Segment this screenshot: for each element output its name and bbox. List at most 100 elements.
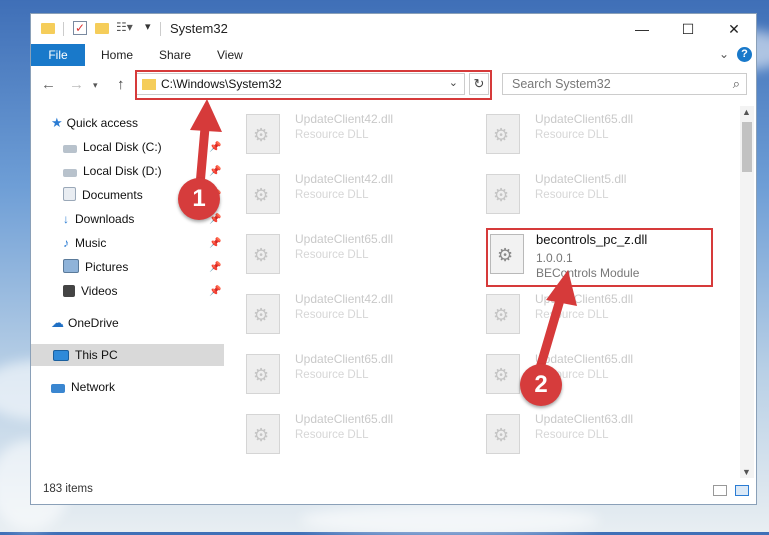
file-name: UpdateClient65.dll: [535, 292, 634, 306]
dll-file-icon: [246, 414, 280, 454]
file-type: Resource DLL: [295, 189, 369, 201]
status-item-count: 183 items: [43, 483, 93, 495]
scroll-down-icon[interactable]: ▼: [742, 467, 751, 477]
tab-view[interactable]: View: [217, 44, 243, 66]
file-item[interactable]: UpdateClient65.dll Resource DLL: [226, 406, 426, 454]
properties-icon[interactable]: ✓: [73, 21, 87, 35]
nav-item-downloads[interactable]: ↓ Downloads: [63, 208, 134, 230]
network-icon: [51, 384, 65, 393]
file-item[interactable]: UpdateClient65.dll Resource DLL: [466, 346, 666, 394]
nav-item-pictures[interactable]: Pictures: [63, 256, 128, 278]
file-name: UpdateClient65.dll: [535, 112, 634, 126]
background-cloud: [300, 505, 600, 535]
file-item[interactable]: UpdateClient42.dll Resource DLL: [226, 106, 426, 154]
music-icon: ♪: [63, 236, 69, 250]
step-1-badge: 1: [178, 178, 220, 220]
search-placeholder: Search System32: [512, 77, 611, 91]
this-pc-icon: [53, 350, 69, 361]
nav-item-quick-access[interactable]: ★ Quick access: [51, 112, 138, 134]
scroll-up-icon[interactable]: ▲: [742, 107, 751, 117]
nav-item-onedrive[interactable]: ☁ OneDrive: [51, 312, 119, 334]
tab-home[interactable]: Home: [101, 44, 133, 66]
vertical-scrollbar[interactable]: ▲ ▼: [740, 106, 754, 478]
file-item[interactable]: UpdateClient65.dll Resource DLL: [466, 286, 666, 334]
file-name: UpdateClient65.dll: [295, 232, 394, 246]
file-name: UpdateClient42.dll: [295, 112, 394, 126]
file-item[interactable]: UpdateClient65.dll Resource DLL: [466, 106, 666, 154]
tab-share[interactable]: Share: [159, 44, 191, 66]
file-item[interactable]: UpdateClient42.dll Resource DLL: [226, 166, 426, 214]
drive-icon: [63, 145, 77, 153]
pin-icon: 📌: [209, 286, 222, 297]
pin-icon: 📌: [209, 238, 222, 249]
file-item[interactable]: UpdateClient5.dll Resource DLL: [466, 166, 666, 214]
search-icon: ⌕: [732, 76, 740, 91]
file-type: Resource DLL: [295, 309, 369, 321]
file-item[interactable]: UpdateClient42.dll Resource DLL: [226, 286, 426, 334]
file-name: UpdateClient63.dll: [535, 412, 634, 426]
nav-item-label: Downloads: [75, 212, 135, 226]
nav-item-network[interactable]: Network: [51, 376, 115, 398]
new-folder-icon[interactable]: [95, 23, 109, 34]
nav-item-label: Local Disk (D:): [83, 164, 162, 178]
quick-access-dropdown-icon[interactable]: ▾: [145, 20, 151, 36]
dll-file-icon: [246, 174, 280, 214]
address-bar-highlight-box: [135, 70, 492, 100]
drive-icon: [63, 169, 77, 177]
nav-item-label: Quick access: [66, 116, 139, 130]
maximize-button[interactable]: ☐: [665, 14, 711, 44]
dll-file-icon: [486, 114, 520, 154]
file-name: UpdateClient42.dll: [295, 292, 394, 306]
nav-item-label: Documents: [82, 188, 143, 202]
separator: [63, 22, 64, 36]
file-item[interactable]: UpdateClient65.dll Resource DLL: [226, 226, 426, 274]
file-type: Resource DLL: [295, 369, 369, 381]
expand-ribbon-icon[interactable]: ⌄: [719, 47, 729, 61]
scrollbar-thumb[interactable]: [742, 122, 752, 172]
forward-arrow-icon[interactable]: →: [69, 76, 84, 93]
pin-icon: 📌: [209, 262, 222, 273]
file-name: UpdateClient5.dll: [535, 172, 627, 186]
up-arrow-icon[interactable]: ↑: [117, 76, 125, 93]
file-type: Resource DLL: [535, 189, 609, 201]
nav-item-label: Network: [71, 380, 116, 394]
file-type: Resource DLL: [535, 129, 609, 141]
nav-item-videos[interactable]: Videos: [63, 280, 117, 302]
file-item[interactable]: UpdateClient65.dll Resource DLL: [226, 346, 426, 394]
title-bar: ✓ ☷▾ ▾ System32 — ☐ ✕: [31, 14, 756, 44]
recent-locations-icon[interactable]: ▾: [93, 80, 98, 91]
file-item[interactable]: UpdateClient63.dll Resource DLL: [466, 406, 666, 454]
pin-icon: 📌: [209, 142, 222, 153]
videos-icon: [63, 285, 75, 297]
nav-item-music[interactable]: ♪ Music: [63, 232, 106, 254]
nav-item-label: Local Disk (C:): [83, 140, 162, 154]
nav-item-this-pc[interactable]: This PC: [31, 344, 224, 366]
file-name: UpdateClient65.dll: [295, 412, 394, 426]
separator: [160, 22, 161, 36]
file-name: UpdateClient65.dll: [535, 352, 634, 366]
nav-item-local-disk-c[interactable]: Local Disk (C:): [63, 136, 162, 158]
help-icon[interactable]: ?: [737, 47, 752, 62]
tiles-view-icon[interactable]: [735, 485, 749, 496]
file-type: Resource DLL: [535, 309, 609, 321]
minimize-button[interactable]: —: [619, 14, 665, 44]
nav-item-label: Pictures: [85, 260, 129, 274]
details-view-icon[interactable]: [713, 485, 727, 496]
search-input[interactable]: Search System32 ⌕: [502, 73, 747, 95]
nav-item-documents[interactable]: Documents: [63, 184, 143, 206]
tab-file[interactable]: File: [31, 44, 85, 66]
close-button[interactable]: ✕: [711, 14, 757, 44]
file-type: Resource DLL: [295, 429, 369, 441]
customize-toolbar-icon[interactable]: ☷▾: [116, 20, 133, 36]
dll-file-icon: [486, 294, 520, 334]
dll-file-icon: [246, 294, 280, 334]
downloads-icon: ↓: [63, 212, 69, 226]
file-type: Resource DLL: [295, 129, 369, 141]
nav-item-local-disk-d[interactable]: Local Disk (D:): [63, 160, 162, 182]
dll-file-icon: [486, 354, 520, 394]
back-arrow-icon[interactable]: ←: [41, 76, 56, 93]
file-type: Resource DLL: [295, 249, 369, 261]
window-title: System32: [170, 21, 228, 36]
file-type: Resource DLL: [535, 429, 609, 441]
documents-icon: [63, 187, 76, 201]
